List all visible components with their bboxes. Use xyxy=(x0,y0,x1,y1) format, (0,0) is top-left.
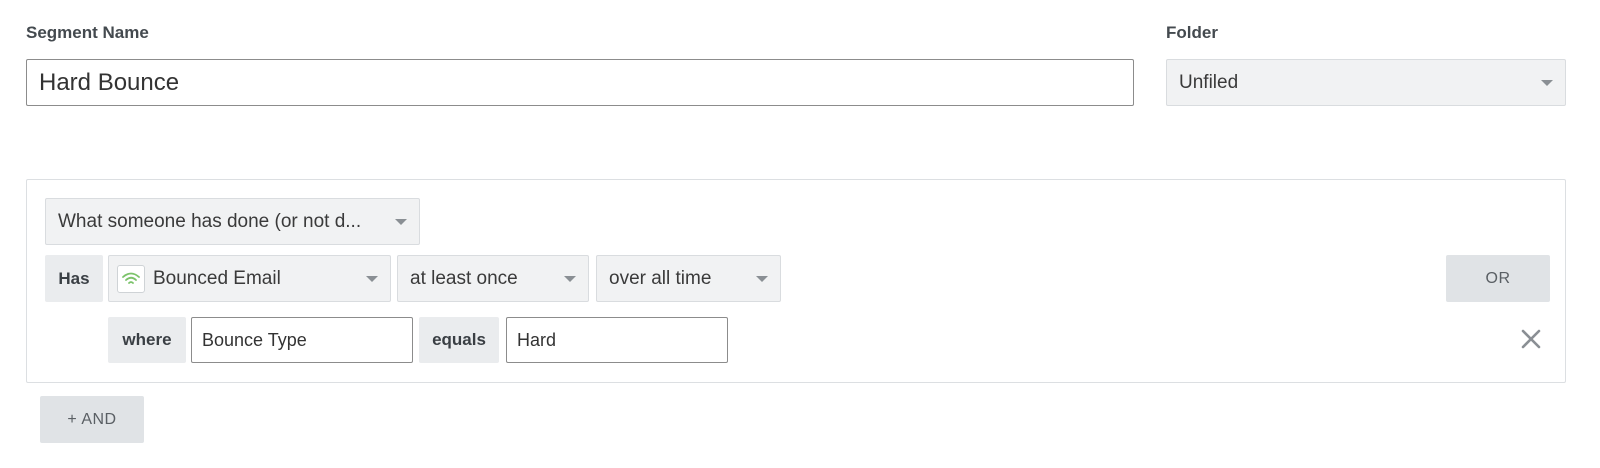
chevron-down-icon xyxy=(395,218,407,225)
event-select[interactable]: Bounced Email xyxy=(108,255,391,302)
add-and-button[interactable]: + AND xyxy=(40,396,144,443)
condition-type-select[interactable]: What someone has done (or not d... xyxy=(45,198,420,245)
segment-name-input[interactable] xyxy=(26,59,1134,106)
segment-editor: Segment Name Folder Unfiled What someone… xyxy=(0,0,1600,468)
folder-select-value: Unfiled xyxy=(1179,71,1239,93)
signal-wifi-icon xyxy=(117,264,145,293)
frequency-select-value: at least once xyxy=(410,267,518,289)
segment-name-label: Segment Name xyxy=(26,23,149,42)
event-select-value: Bounced Email xyxy=(153,267,281,289)
has-label: Has xyxy=(45,255,103,302)
filter-value-input[interactable] xyxy=(506,317,728,363)
or-button[interactable]: OR xyxy=(1446,255,1550,302)
folder-select[interactable]: Unfiled xyxy=(1166,59,1566,106)
chevron-down-icon xyxy=(564,275,576,282)
equals-label: equals xyxy=(419,317,499,363)
timeframe-select[interactable]: over all time xyxy=(596,255,781,302)
where-label: where xyxy=(108,317,186,363)
close-icon[interactable] xyxy=(1518,326,1544,352)
folder-label: Folder xyxy=(1166,23,1218,42)
property-input[interactable] xyxy=(191,317,413,363)
chevron-down-icon xyxy=(756,275,768,282)
chevron-down-icon xyxy=(366,275,378,282)
chevron-down-icon xyxy=(1541,79,1553,86)
condition-type-value: What someone has done (or not d... xyxy=(58,210,362,232)
frequency-select[interactable]: at least once xyxy=(397,255,589,302)
timeframe-select-value: over all time xyxy=(609,267,712,289)
